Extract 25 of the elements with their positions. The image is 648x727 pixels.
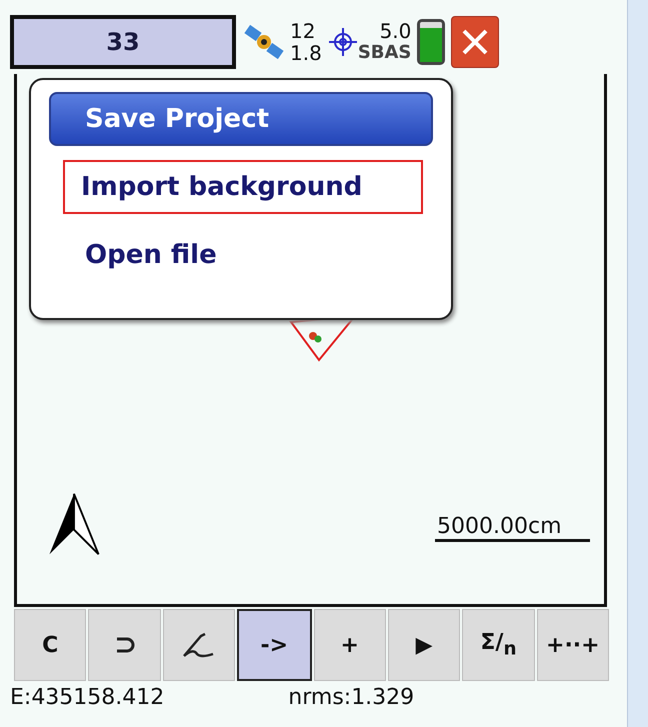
close-icon	[460, 27, 490, 57]
scale-bar: 5000.00cm	[435, 514, 590, 542]
crosshair-icon	[328, 27, 358, 57]
toolbar-button[interactable]: C	[14, 609, 86, 681]
menu-item[interactable]: Save Project	[49, 92, 433, 146]
toolbar-button[interactable]: ->	[237, 609, 312, 681]
undo-button[interactable]	[88, 609, 161, 681]
counter-display: 33	[10, 15, 236, 69]
toolbar-button[interactable]: +··+	[536, 609, 609, 681]
correction-label: SBAS	[358, 42, 412, 64]
toolbar-button[interactable]: Σ/$_{n}$	[462, 609, 535, 681]
menu-item[interactable]: Open file	[49, 228, 433, 282]
pdop-value: 1.8	[290, 42, 322, 64]
toolbar-button[interactable]: ▶	[388, 609, 460, 681]
menu-item[interactable]: Import background	[63, 160, 423, 214]
accuracy-value: 5.0	[380, 20, 412, 42]
nrms-value: nrms:1.329	[288, 685, 414, 710]
close-button[interactable]	[451, 16, 500, 68]
pen-button[interactable]	[162, 609, 236, 681]
toolbar-button[interactable]: +	[314, 609, 386, 681]
battery-icon	[417, 19, 446, 65]
satellite-icon	[244, 22, 284, 62]
map-canvas[interactable]: Save Project Import background Open file 5000.00cm	[14, 74, 608, 607]
easting-value: E:435158.412	[10, 685, 164, 710]
satellite-count: 12	[290, 20, 316, 42]
